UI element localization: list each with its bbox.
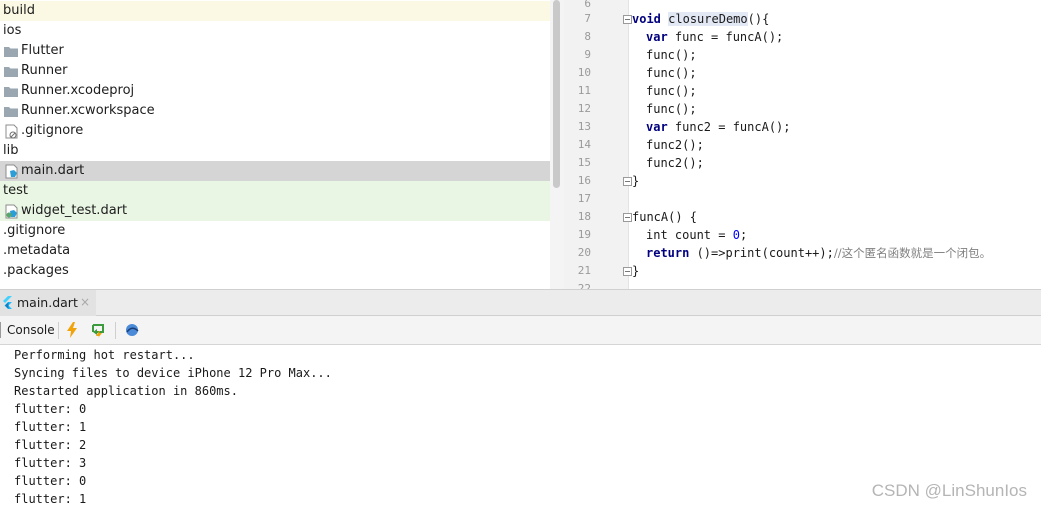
line-number: 18 (577, 210, 591, 223)
close-tab-icon[interactable]: × (80, 295, 90, 309)
tree-item-label: .gitignore (3, 223, 66, 238)
tree-item-label: Flutter (21, 43, 64, 58)
line-number: 17 (577, 192, 591, 205)
code-line: var func = funcA(); (646, 30, 784, 44)
fold-end-icon[interactable] (623, 267, 632, 276)
flutter-icon (3, 296, 12, 309)
tree-item-label: main.dart (21, 163, 85, 178)
console-tab[interactable]: Console (7, 323, 55, 337)
code-line: var func2 = funcA(); (646, 120, 791, 134)
line-number: 22 (577, 282, 591, 289)
line-number: 16 (577, 174, 591, 187)
tree-item-lib[interactable]: lib (0, 141, 550, 161)
fold-collapse-icon[interactable] (623, 15, 632, 24)
tree-item-test[interactable]: test (0, 181, 550, 201)
code-line: func(); (646, 48, 697, 62)
code-comment: //这个匿名函数就是一个闭包。 (833, 246, 992, 260)
fold-end-icon[interactable] (623, 177, 632, 186)
hot-restart-icon[interactable] (90, 322, 106, 338)
tree-item-label: .packages (3, 263, 69, 278)
tree-item-runner-xcworkspace[interactable]: Runner.xcworkspace (0, 101, 550, 121)
tree-item-label: Runner.xcodeproj (21, 83, 135, 98)
dart-devtools-icon[interactable] (124, 323, 140, 337)
code-line: funcA() { (632, 210, 698, 224)
tree-item-packages[interactable]: .packages (0, 261, 550, 281)
line-number: 13 (577, 120, 591, 133)
line-number: 14 (577, 138, 591, 151)
line-number: 20 (577, 246, 591, 259)
tree-item-widget-test-dart[interactable]: widget_test.dart (0, 201, 550, 221)
toolbar-separator (58, 322, 59, 339)
project-tree: build ios Flutter Runner Runner.xcodepro… (0, 0, 550, 289)
dart-test-file-icon (5, 204, 18, 219)
line-number: 9 (584, 48, 591, 61)
dart-file-icon (5, 164, 18, 179)
tree-item-runner[interactable]: Runner (0, 61, 550, 81)
fold-collapse-icon[interactable] (623, 213, 632, 222)
tree-item-label: .gitignore (21, 123, 84, 138)
console-toolbar: Console (0, 316, 1041, 345)
line-number: 8 (584, 30, 591, 43)
code-line: func(); (646, 102, 697, 116)
toolbar-separator (115, 322, 116, 339)
line-number: 15 (577, 156, 591, 169)
code-line: void closureDemo(){ (632, 12, 770, 26)
tab-main-dart[interactable]: main.dart × (0, 290, 96, 316)
run-tool-window-tabs: main.dart × (0, 289, 1041, 316)
tree-item-ios-gitignore[interactable]: .gitignore (0, 121, 550, 141)
tree-item-metadata[interactable]: .metadata (0, 241, 550, 261)
folder-icon (4, 87, 18, 97)
line-number: 10 (577, 66, 591, 79)
hot-reload-icon[interactable] (67, 322, 77, 338)
tree-item-label: widget_test.dart (21, 203, 128, 218)
ignore-file-icon (5, 124, 18, 139)
console-line: Syncing files to device iPhone 12 Pro Ma… (14, 366, 332, 380)
console-line: flutter: 1 (14, 420, 87, 434)
console-line: Performing hot restart... (14, 348, 195, 362)
code-editor[interactable]: 6 7 8 9 10 11 12 13 14 15 16 17 18 19 20… (564, 0, 1041, 289)
tree-item-build[interactable]: build (0, 1, 550, 21)
tab-label: main.dart (17, 295, 78, 310)
tree-item-label: test (3, 183, 28, 198)
code-line: func(); (646, 84, 697, 98)
console-line: flutter: 2 (14, 438, 87, 452)
tree-item-ios[interactable]: ios (0, 21, 550, 41)
tree-item-runner-xcodeproj[interactable]: Runner.xcodeproj (0, 81, 550, 101)
code-line: } (632, 174, 640, 188)
toolbar-edge (0, 322, 1, 338)
line-number: 11 (577, 84, 591, 97)
tree-item-label: Runner (21, 63, 68, 78)
folder-icon (4, 47, 18, 57)
line-number-gutter: 6 7 8 9 10 11 12 13 14 15 16 17 18 19 20… (564, 0, 629, 289)
tree-scrollbar-thumb[interactable] (553, 0, 560, 188)
console-line: flutter: 3 (14, 456, 87, 470)
console-line: flutter: 0 (14, 474, 87, 488)
code-line: } (632, 264, 640, 278)
console-line: flutter: 0 (14, 402, 87, 416)
tree-item-gitignore[interactable]: .gitignore (0, 221, 550, 241)
tree-item-flutter[interactable]: Flutter (0, 41, 550, 61)
folder-icon (4, 107, 18, 117)
line-number: 12 (577, 102, 591, 115)
folder-icon (4, 67, 18, 77)
console-line: flutter: 1 (14, 492, 87, 506)
line-number: 7 (584, 12, 591, 25)
code-line: func2(); (646, 138, 704, 152)
tree-item-label: build (3, 3, 35, 18)
code-line: func2(); (646, 156, 704, 170)
tree-item-label: ios (3, 23, 22, 38)
code-line: func(); (646, 66, 697, 80)
watermark: CSDN @LinShunIos (871, 481, 1027, 500)
console-output[interactable]: Performing hot restart... Syncing files … (0, 345, 1041, 509)
code-line: return ()=>print(count++);//这个匿名函数就是一个闭包… (646, 246, 992, 260)
line-number: 21 (577, 264, 591, 277)
tree-item-label: .metadata (3, 243, 71, 258)
code-line: int count = 0; (646, 228, 748, 242)
console-line: Restarted application in 860ms. (14, 384, 238, 398)
tree-item-main-dart[interactable]: main.dart (0, 161, 550, 181)
tree-item-label: Runner.xcworkspace (21, 103, 155, 118)
line-number: 19 (577, 228, 591, 241)
tree-item-label: lib (3, 143, 19, 158)
